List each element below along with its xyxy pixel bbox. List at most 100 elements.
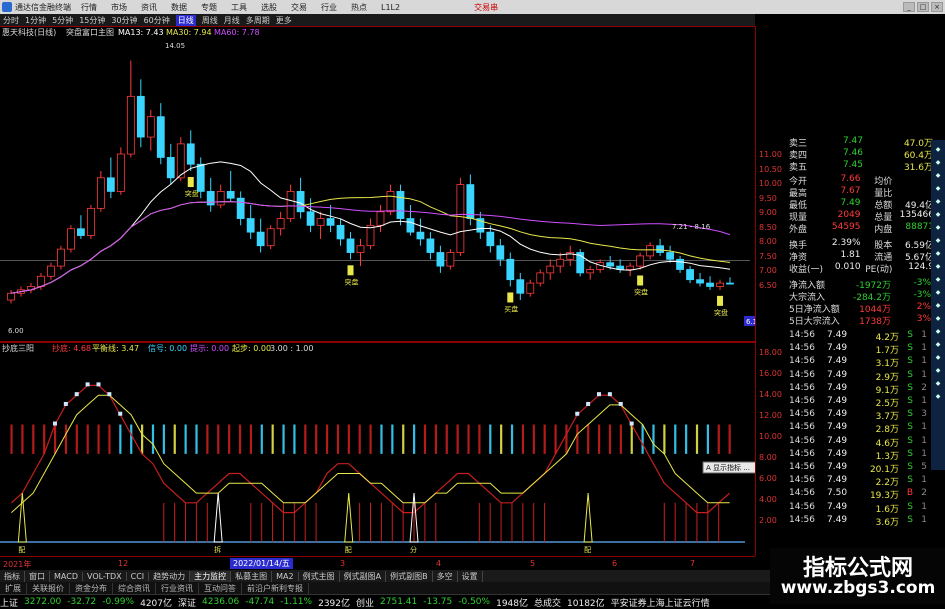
subtab-hangye[interactable]: 行业资讯 — [156, 582, 199, 594]
ind-band-bar — [456, 424, 459, 454]
stat-row-outer: 外盘 54595 内盘 88871 — [789, 222, 935, 235]
sz-index-amount: 2392亿 — [318, 598, 350, 609]
period-30min[interactable]: 30分钟 — [111, 15, 137, 26]
menu-item-zhuanti[interactable]: 专题 — [201, 2, 217, 13]
minimize-icon[interactable]: _ — [903, 2, 915, 12]
side-tool-11[interactable]: ◆ — [931, 276, 945, 283]
menu-item-xuangu[interactable]: 选股 — [261, 2, 277, 13]
candle-body — [446, 252, 455, 267]
candle-body — [266, 228, 275, 247]
period-weekly[interactable]: 周线 — [202, 15, 218, 26]
side-tool-14[interactable]: ◆ — [931, 315, 945, 322]
subtab-kuozhan[interactable]: 扩展 — [0, 582, 27, 594]
tab-ma2[interactable]: MA2 — [272, 571, 299, 581]
side-tool-4[interactable]: ◆ — [931, 185, 945, 192]
side-tool-9[interactable]: ◆ — [931, 250, 945, 257]
tab-macd[interactable]: MACD — [50, 571, 83, 581]
tab-chuangkou[interactable]: 窗口 — [25, 570, 50, 582]
side-tool-6[interactable]: ◆ — [931, 211, 945, 218]
flow-row-net: 净流入额 -1972万 -3% — [789, 278, 931, 291]
side-tool-18[interactable]: ◆ — [931, 367, 945, 374]
tab-settings[interactable]: 设置 — [458, 570, 483, 582]
maximize-icon[interactable]: □ — [917, 2, 929, 12]
menu-item-shuju[interactable]: 数据 — [171, 2, 187, 13]
period-60min[interactable]: 60分钟 — [144, 15, 170, 26]
tab-lishi-a[interactable]: 例式副图A — [340, 570, 387, 582]
menu-item-redian[interactable]: 热点 — [351, 2, 367, 13]
candle-body — [636, 255, 645, 267]
subtab-zhuanbao[interactable]: 前沿户新利专报 — [242, 582, 309, 594]
period-fenshi[interactable]: 分时 — [3, 15, 19, 26]
subtab-zijin[interactable]: 资金分布 — [70, 582, 113, 594]
menu-item-l1l2[interactable]: L1L2 — [381, 3, 400, 12]
subtab-hudong[interactable]: 互动问答 — [199, 582, 242, 594]
side-tool-3[interactable]: ◆ — [931, 172, 945, 179]
trade-button[interactable]: 交易串 — [474, 2, 498, 13]
sz-index-label[interactable]: 深证 — [178, 596, 196, 609]
tick-cell: 14:56 — [789, 501, 815, 512]
tab-zhibiao[interactable]: 指标 — [0, 570, 25, 582]
ind-peak-dot — [118, 411, 123, 416]
side-tool-2[interactable]: ◆ — [931, 159, 945, 166]
side-tool-13[interactable]: ◆ — [931, 302, 945, 309]
tick-cell: 1 — [921, 514, 927, 525]
tab-lishi-b[interactable]: 例式副图B — [386, 570, 433, 582]
indicator-tooltip[interactable]: A 显示指标 ... — [706, 463, 750, 472]
ma13-label: MA13: 7.43 — [118, 28, 164, 37]
side-tool-16[interactable]: ◆ — [931, 341, 945, 348]
menu-item-jiaoyi[interactable]: 交易 — [291, 2, 307, 13]
tick-cell: S — [907, 448, 913, 459]
side-tool-10[interactable]: ◆ — [931, 263, 945, 270]
menu-item-hangqing[interactable]: 行情 — [81, 2, 97, 13]
period-multi[interactable]: 多周期 — [246, 15, 270, 26]
tick-cell: 1 — [921, 448, 927, 459]
indicator-param-pingheng: 平衡线: 3.47 — [92, 343, 139, 353]
candle-body — [316, 218, 325, 226]
cy-index-change: -13.75 — [423, 597, 453, 607]
side-tool-20[interactable]: ◆ — [931, 393, 945, 400]
candle-body — [7, 292, 15, 301]
side-tool-15[interactable]: ◆ — [931, 328, 945, 335]
ind-band-bar — [543, 424, 546, 454]
side-tool-1[interactable]: ◆ — [931, 146, 945, 153]
period-monthly[interactable]: 月线 — [224, 15, 240, 26]
menu-item-gongju[interactable]: 工具 — [231, 2, 247, 13]
tab-duokong[interactable]: 多空 — [433, 570, 458, 582]
kline-chart[interactable]: 突盘突盘买盘突盘突盘 惠天科技(日线) 突盘富口主图 MA13: 7.43 MA… — [0, 26, 755, 342]
tick-cell: 7.49 — [827, 475, 848, 486]
tab-simu[interactable]: 私募主图 — [231, 570, 273, 582]
tab-zhuli[interactable]: 主力监控 — [190, 570, 232, 582]
menu-item-shichang[interactable]: 市场 — [111, 2, 127, 13]
side-tool-19[interactable]: ◆ — [931, 380, 945, 387]
period-15min[interactable]: 15分钟 — [79, 15, 105, 26]
tab-vol-tdx[interactable]: VOL-TDX — [83, 571, 127, 581]
tick-row: 14:56 7.49 9.1万 S 2 — [789, 383, 939, 396]
indicator-chart[interactable]: 配 拆 配 分 配 抄底三阳 抄底: 4.68 平衡线: 3.47 信号: 0.00 提… — [0, 342, 755, 555]
subtab-zonghe[interactable]: 综合资讯 — [113, 582, 156, 594]
candle-body — [376, 211, 385, 226]
candle-body — [406, 218, 415, 233]
side-tool-7[interactable]: ◆ — [931, 224, 945, 231]
side-tool-5[interactable]: ◆ — [931, 198, 945, 205]
tab-lishi-main[interactable]: 例式主图 — [299, 570, 340, 582]
tick-row: 14:56 7.49 3.7万 S 3 — [789, 409, 939, 422]
period-more[interactable]: 更多 — [276, 15, 292, 26]
side-tool-8[interactable]: ◆ — [931, 237, 945, 244]
period-5min[interactable]: 5分钟 — [52, 15, 73, 26]
tab-cci[interactable]: CCI — [127, 571, 150, 581]
tab-qushi[interactable]: 趋势动力 — [149, 570, 191, 582]
menu-item-zixun[interactable]: 资讯 — [141, 2, 157, 13]
period-1min[interactable]: 1分钟 — [25, 15, 46, 26]
side-tool-12[interactable]: ◆ — [931, 289, 945, 296]
subtab-guanlian[interactable]: 关联报价 — [27, 582, 70, 594]
close-icon[interactable]: × — [931, 2, 943, 12]
period-daily[interactable]: 日线 — [175, 14, 196, 26]
cy-index-label[interactable]: 创业 — [356, 596, 374, 609]
indicator-param-chaodi: 抄底: 4.68 — [52, 343, 91, 353]
menu-item-hangye[interactable]: 行业 — [321, 2, 337, 13]
candle-body — [336, 224, 345, 240]
tick-cell: 1 — [921, 330, 927, 340]
ind-low-bar — [413, 502, 415, 542]
side-tool-17[interactable]: ◆ — [931, 354, 945, 361]
sh-index-label[interactable]: 上证 — [0, 596, 18, 609]
